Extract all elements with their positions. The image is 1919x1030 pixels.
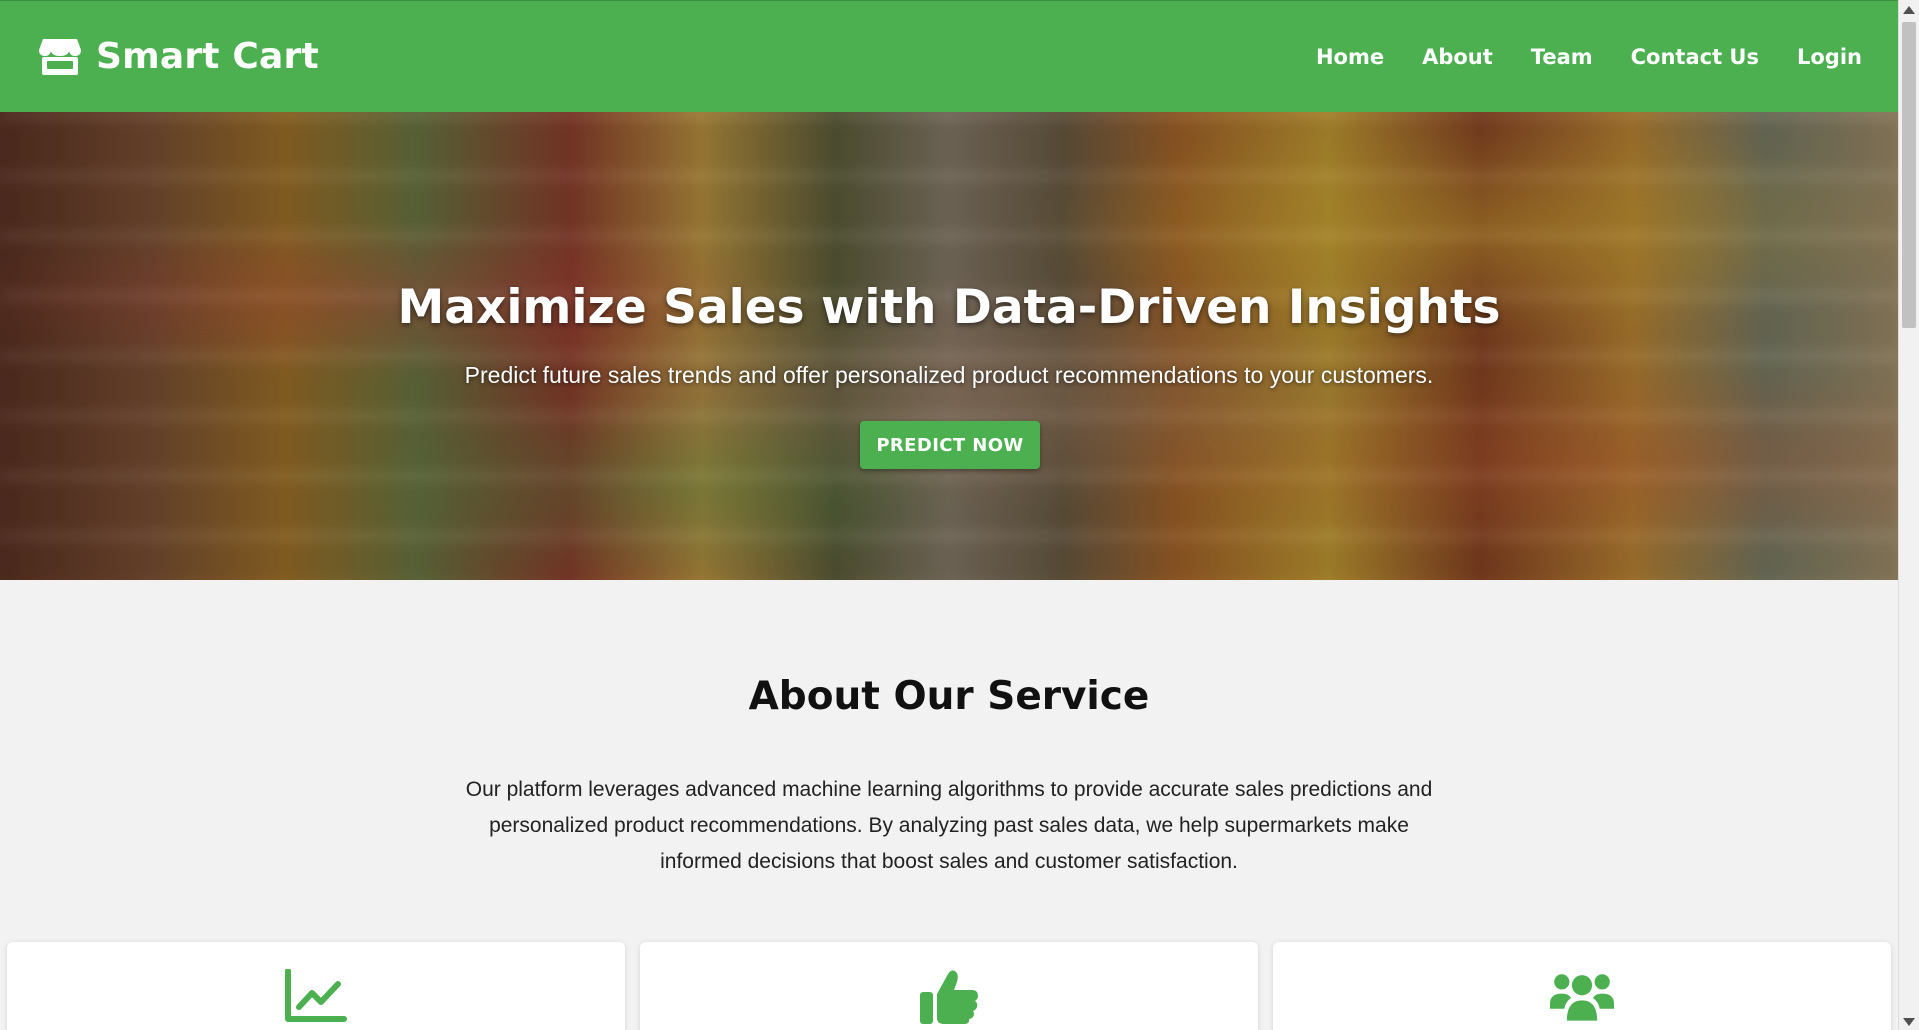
users-icon <box>1550 968 1614 1026</box>
feature-card-customers <box>1273 942 1891 1030</box>
brand-logo[interactable]: Smart Cart <box>38 36 319 77</box>
about-title: About Our Service <box>748 674 1150 719</box>
hero-title: Maximize Sales with Data-Driven Insights <box>397 280 1501 335</box>
feature-card-recommendations <box>640 942 1258 1030</box>
hero-content: Maximize Sales with Data-Driven Insights… <box>0 112 1898 580</box>
nav-about[interactable]: About <box>1422 45 1493 69</box>
vertical-scrollbar[interactable] <box>1898 0 1919 1030</box>
store-icon <box>38 37 82 77</box>
about-description: Our platform leverages advanced machine … <box>465 778 1433 873</box>
scroll-down-arrow-icon[interactable] <box>1903 1018 1915 1026</box>
nav-links: Home About Team Contact Us Login <box>1316 45 1862 69</box>
predict-now-button[interactable]: PREDICT NOW <box>860 421 1040 469</box>
thumbs-up-icon <box>917 968 981 1026</box>
feature-card-sales-prediction <box>7 942 625 1030</box>
nav-team[interactable]: Team <box>1531 45 1593 69</box>
nav-contact-us[interactable]: Contact Us <box>1631 45 1759 69</box>
scroll-up-arrow-icon[interactable] <box>1903 6 1915 14</box>
brand-name: Smart Cart <box>96 36 319 77</box>
hero-section: Maximize Sales with Data-Driven Insights… <box>0 112 1898 580</box>
hero-subtitle: Predict future sales trends and offer pe… <box>464 362 1434 388</box>
navbar: Smart Cart Home About Team Contact Us Lo… <box>0 0 1898 112</box>
nav-home[interactable]: Home <box>1316 45 1384 69</box>
nav-login[interactable]: Login <box>1797 45 1862 69</box>
page-viewport: Smart Cart Home About Team Contact Us Lo… <box>0 0 1898 1030</box>
chart-line-icon <box>284 968 348 1026</box>
scroll-thumb[interactable] <box>1902 22 1916 328</box>
